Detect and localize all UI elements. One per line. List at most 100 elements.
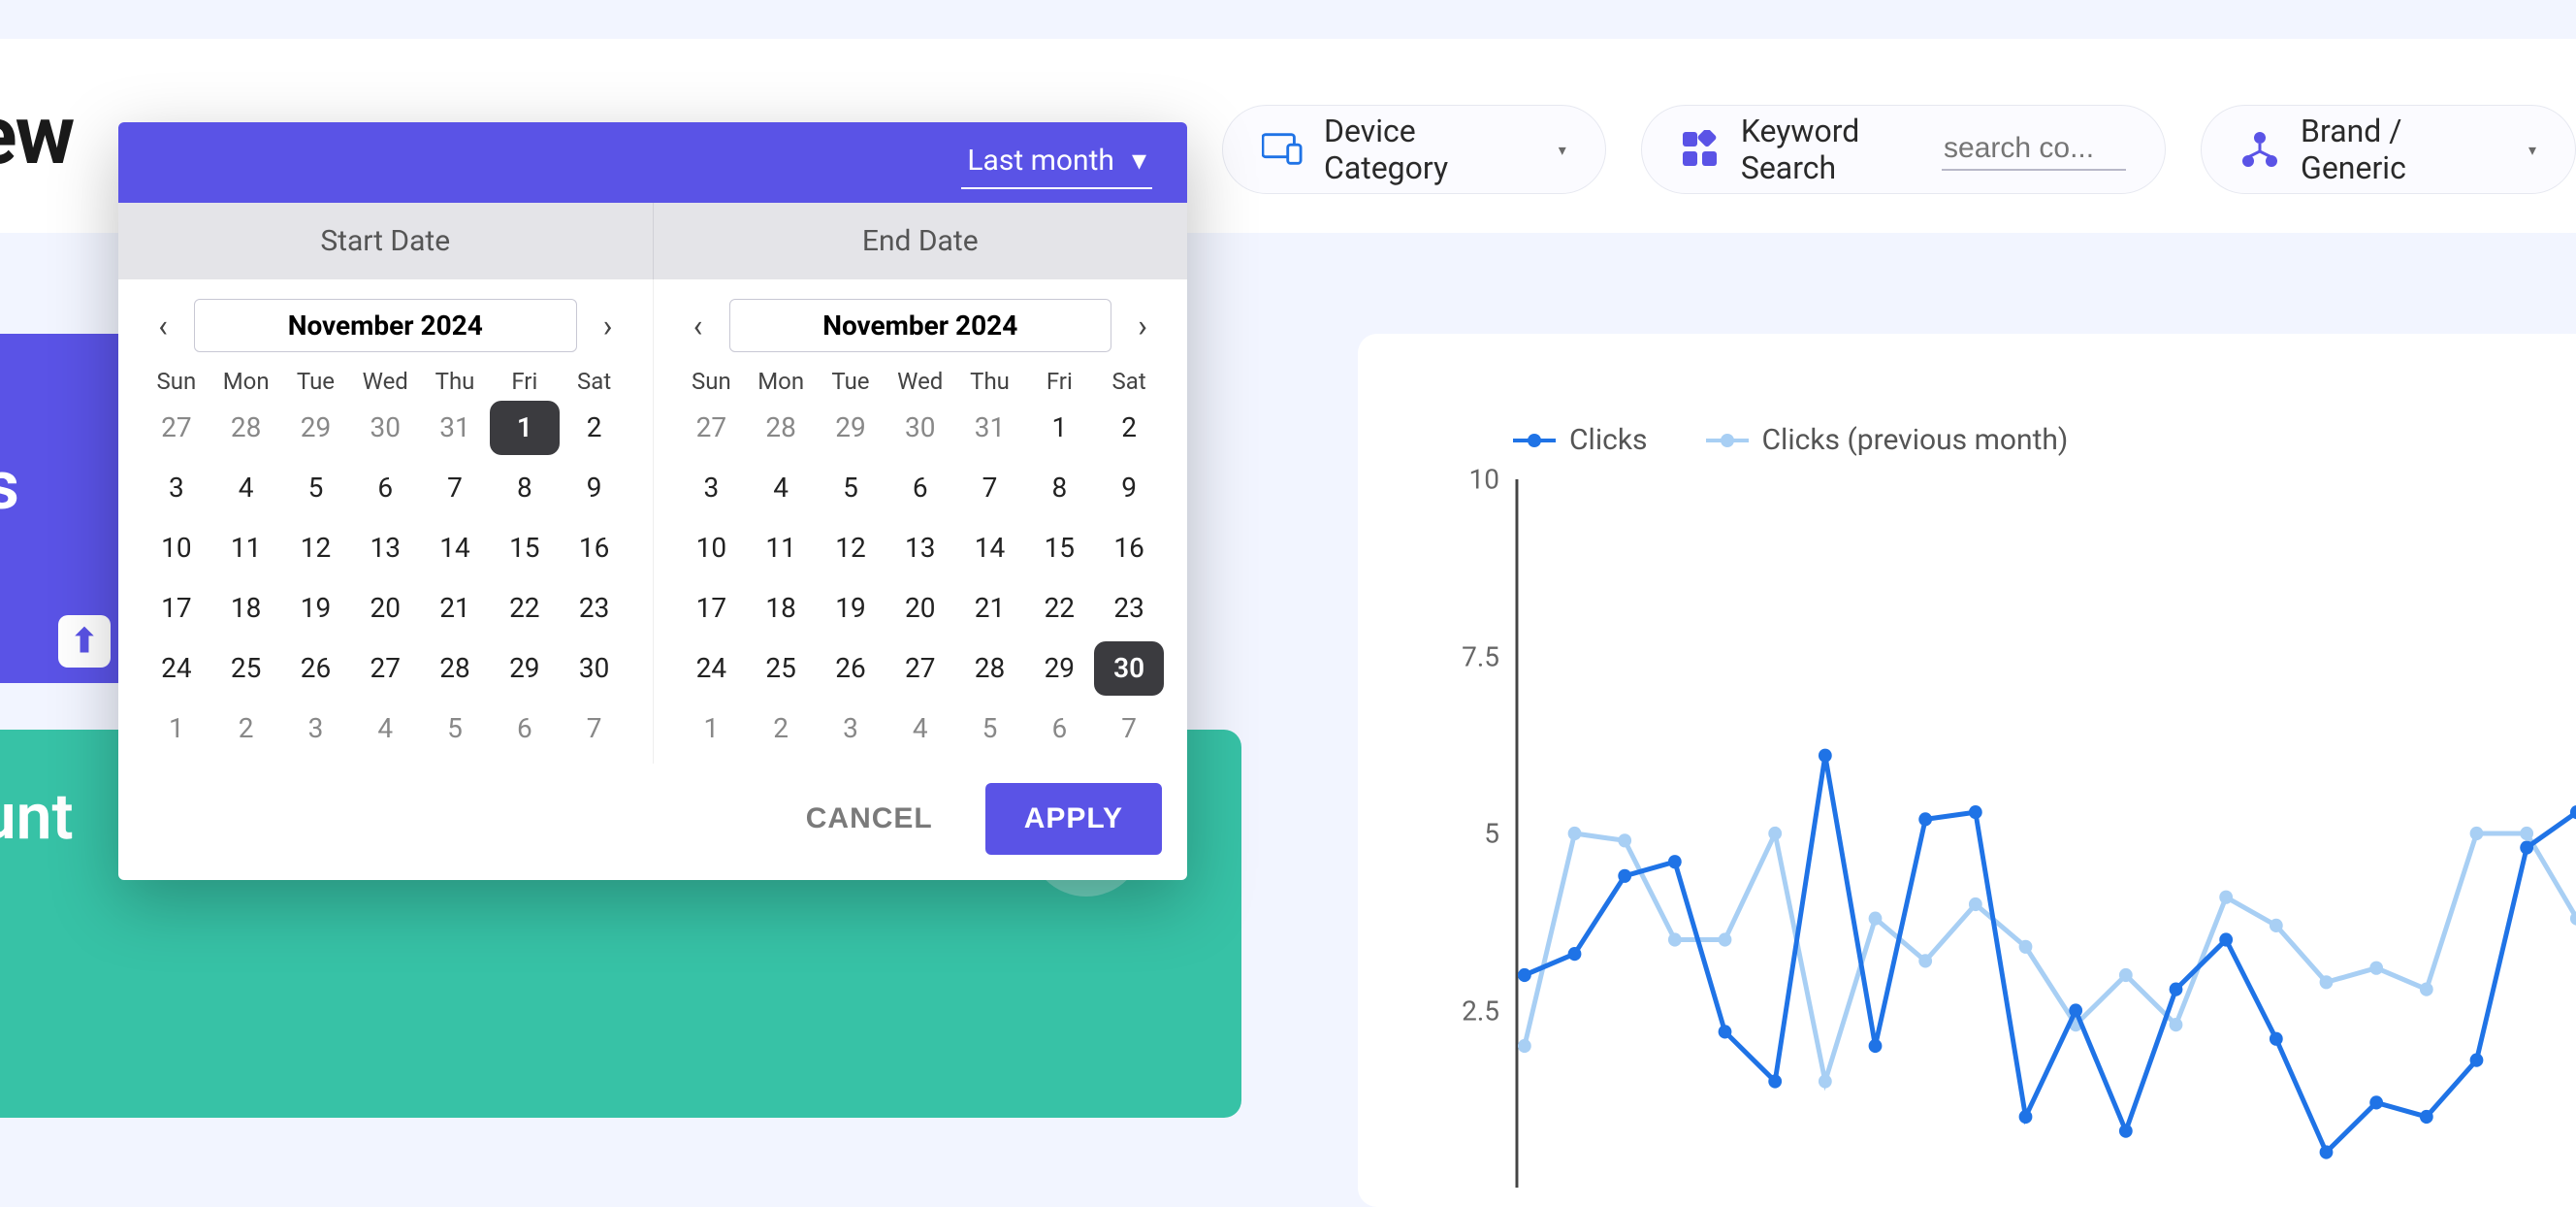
- calendar-day[interactable]: 24: [142, 641, 211, 696]
- chart-data-point[interactable]: [2119, 968, 2133, 982]
- calendar-day[interactable]: 30: [350, 401, 420, 455]
- calendar-day[interactable]: 21: [420, 581, 490, 636]
- calendar-day[interactable]: 22: [490, 581, 560, 636]
- calendar-day[interactable]: 1: [142, 701, 211, 756]
- calendar-day[interactable]: 19: [816, 581, 886, 636]
- start-date-tab[interactable]: Start Date: [118, 203, 653, 279]
- calendar-day[interactable]: 30: [1094, 641, 1164, 696]
- calendar-day[interactable]: 22: [1024, 581, 1094, 636]
- prev-month-button[interactable]: ‹: [677, 308, 720, 344]
- calendar-day[interactable]: 8: [490, 461, 560, 515]
- legend-item-clicks[interactable]: Clicks: [1513, 423, 1648, 457]
- chart-data-point[interactable]: [1719, 1025, 1732, 1038]
- calendar-day[interactable]: 27: [886, 641, 955, 696]
- chart-data-point[interactable]: [2069, 1003, 2082, 1017]
- calendar-day[interactable]: 26: [816, 641, 886, 696]
- chart-data-point[interactable]: [1518, 1039, 1531, 1053]
- chart-data-point[interactable]: [1719, 932, 1732, 946]
- calendar-day[interactable]: 2: [560, 401, 629, 455]
- calendar-day[interactable]: 9: [560, 461, 629, 515]
- chart-data-point[interactable]: [2420, 983, 2433, 996]
- keyword-search-filter[interactable]: Keyword Search: [1641, 105, 2166, 194]
- chart-data-point[interactable]: [2119, 1125, 2133, 1138]
- calendar-day[interactable]: 3: [142, 461, 211, 515]
- chart-data-point[interactable]: [2320, 1145, 2334, 1158]
- chart-data-point[interactable]: [2170, 983, 2183, 996]
- calendar-day[interactable]: 7: [1094, 701, 1164, 756]
- chart-data-point[interactable]: [2219, 891, 2233, 904]
- date-preset-dropdown[interactable]: Last month ▾: [961, 140, 1152, 189]
- calendar-day[interactable]: 18: [746, 581, 816, 636]
- chart-data-point[interactable]: [1568, 827, 1582, 840]
- calendar-day[interactable]: 9: [1094, 461, 1164, 515]
- calendar-day[interactable]: 2: [746, 701, 816, 756]
- prev-month-button[interactable]: ‹: [142, 308, 184, 344]
- calendar-day[interactable]: 28: [420, 641, 490, 696]
- start-month-select[interactable]: November 2024: [194, 299, 577, 352]
- calendar-day[interactable]: 3: [281, 701, 351, 756]
- calendar-day[interactable]: 11: [746, 521, 816, 575]
- calendar-day[interactable]: 13: [886, 521, 955, 575]
- calendar-day[interactable]: 4: [350, 701, 420, 756]
- calendar-day[interactable]: 29: [490, 641, 560, 696]
- calendar-day[interactable]: 4: [746, 461, 816, 515]
- calendar-day[interactable]: 25: [211, 641, 281, 696]
- chart-data-point[interactable]: [1918, 954, 1932, 967]
- chart-data-point[interactable]: [2270, 1032, 2283, 1046]
- legend-item-clicks-prev[interactable]: Clicks (previous month): [1706, 423, 2069, 457]
- calendar-day[interactable]: 1: [1024, 401, 1094, 455]
- calendar-day[interactable]: 14: [955, 521, 1025, 575]
- calendar-day[interactable]: 28: [211, 401, 281, 455]
- calendar-day[interactable]: 8: [1024, 461, 1094, 515]
- calendar-day[interactable]: 27: [677, 401, 747, 455]
- calendar-day[interactable]: 27: [142, 401, 211, 455]
- calendar-day[interactable]: 25: [746, 641, 816, 696]
- chart-data-point[interactable]: [2270, 919, 2283, 932]
- chart-data-point[interactable]: [1768, 1074, 1782, 1088]
- calendar-day[interactable]: 27: [350, 641, 420, 696]
- calendar-day[interactable]: 2: [1094, 401, 1164, 455]
- calendar-day[interactable]: 5: [955, 701, 1025, 756]
- chart-data-point[interactable]: [2570, 912, 2576, 926]
- calendar-day[interactable]: 28: [746, 401, 816, 455]
- calendar-day[interactable]: 6: [350, 461, 420, 515]
- calendar-day[interactable]: 20: [886, 581, 955, 636]
- chart-data-point[interactable]: [1568, 947, 1582, 961]
- calendar-day[interactable]: 7: [420, 461, 490, 515]
- calendar-day[interactable]: 2: [211, 701, 281, 756]
- chart-data-point[interactable]: [1618, 869, 1631, 883]
- calendar-day[interactable]: 24: [677, 641, 747, 696]
- calendar-day[interactable]: 1: [490, 401, 560, 455]
- device-category-filter[interactable]: Device Category ▾: [1222, 105, 1606, 194]
- calendar-day[interactable]: 17: [677, 581, 747, 636]
- calendar-day[interactable]: 3: [816, 701, 886, 756]
- chart-data-point[interactable]: [1768, 827, 1782, 840]
- chart-data-point[interactable]: [2320, 975, 2334, 989]
- calendar-day[interactable]: 7: [955, 461, 1025, 515]
- next-month-button[interactable]: ›: [587, 308, 629, 344]
- chart-data-point[interactable]: [1869, 1039, 1883, 1053]
- brand-generic-filter[interactable]: Brand / Generic ▾: [2201, 105, 2576, 194]
- chart-data-point[interactable]: [2520, 841, 2533, 855]
- chart-data-point[interactable]: [1918, 812, 1932, 826]
- end-date-tab[interactable]: End Date: [653, 203, 1188, 279]
- calendar-day[interactable]: 30: [886, 401, 955, 455]
- calendar-day[interactable]: 5: [816, 461, 886, 515]
- chart-data-point[interactable]: [2470, 1054, 2484, 1067]
- calendar-day[interactable]: 13: [350, 521, 420, 575]
- calendar-day[interactable]: 4: [211, 461, 281, 515]
- chart-data-point[interactable]: [2170, 1018, 2183, 1031]
- chart-data-point[interactable]: [2470, 827, 2484, 840]
- chart-data-point[interactable]: [1969, 897, 1982, 911]
- calendar-day[interactable]: 23: [560, 581, 629, 636]
- chart-data-point[interactable]: [1668, 932, 1682, 946]
- next-month-button[interactable]: ›: [1121, 308, 1164, 344]
- chart-data-point[interactable]: [1819, 749, 1832, 763]
- calendar-day[interactable]: 3: [677, 461, 747, 515]
- calendar-day[interactable]: 31: [420, 401, 490, 455]
- chart-data-point[interactable]: [2369, 962, 2383, 975]
- calendar-day[interactable]: 12: [281, 521, 351, 575]
- chart-data-point[interactable]: [1969, 805, 1982, 819]
- calendar-day[interactable]: 7: [560, 701, 629, 756]
- calendar-day[interactable]: 26: [281, 641, 351, 696]
